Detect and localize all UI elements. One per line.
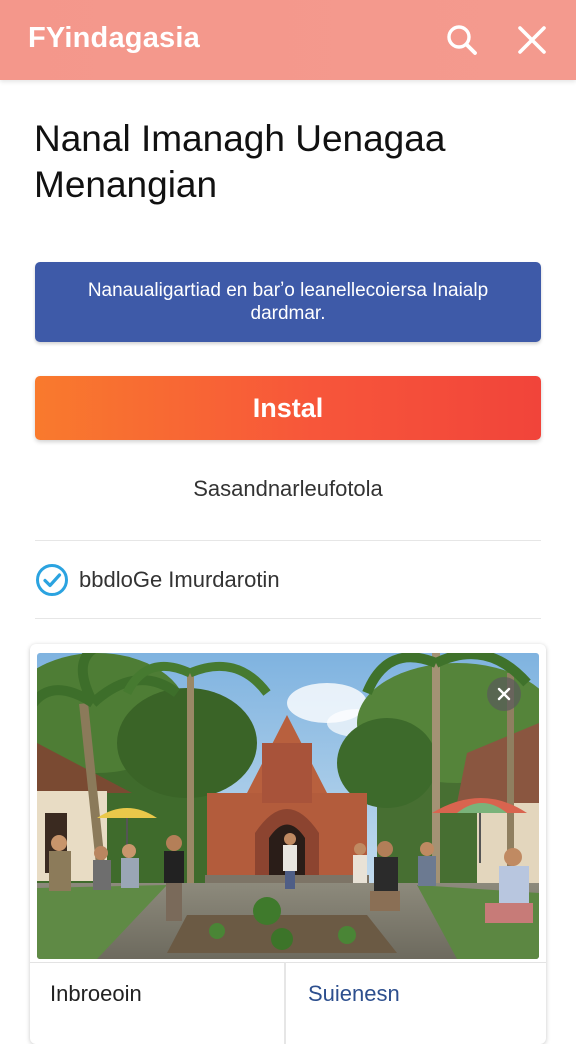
app-header: FYindagasia: [0, 0, 576, 80]
card-tab-left[interactable]: Inbroeoin: [30, 962, 286, 1044]
check-circle-icon: [35, 563, 69, 597]
install-button[interactable]: Instal: [35, 376, 541, 440]
secondary-link[interactable]: Sasandnarleufotola: [0, 476, 576, 502]
close-icon: [495, 685, 513, 703]
close-button[interactable]: [512, 20, 552, 60]
verified-row[interactable]: bbdloGe Imurdarotin: [35, 562, 280, 598]
search-icon: [442, 20, 482, 60]
verified-label: bbdloGe Imurdarotin: [79, 567, 280, 592]
install-button-label: Instal: [252, 392, 324, 423]
card-tab-left-label: Inbroeoin: [50, 981, 142, 1006]
banner-text: Nanaualigartiad en barʼo leanellecoiersa…: [87, 280, 489, 324]
card-tab-right-label: Suienesn: [308, 981, 400, 1006]
temple-photo: [37, 653, 539, 959]
app-title: FYindagasia: [28, 22, 200, 54]
media-card[interactable]: Inbroeoin Suienesn: [30, 644, 546, 1044]
divider: [35, 540, 541, 541]
photo-close-button[interactable]: [487, 677, 521, 711]
search-button[interactable]: [442, 20, 482, 60]
divider: [35, 618, 541, 619]
close-icon: [512, 20, 552, 60]
page-title: Nanal Imanagh Uenagaa Menangian: [34, 118, 446, 205]
info-banner: Nanaualigartiad en barʼo leanellecoiersa…: [35, 262, 541, 342]
card-tab-right[interactable]: Suienesn: [286, 962, 546, 1044]
